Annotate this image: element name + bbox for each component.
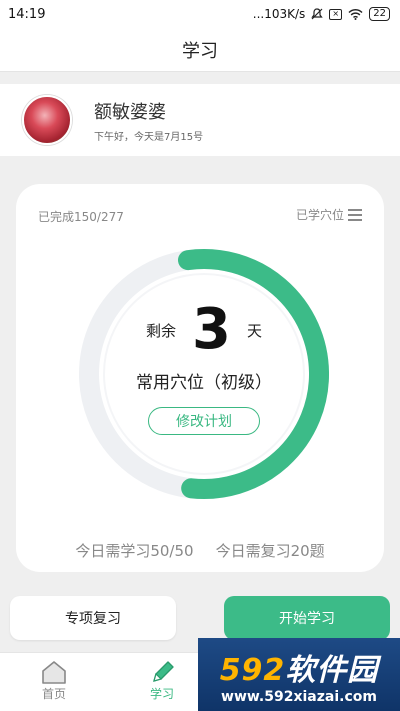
mute-icon xyxy=(311,8,323,20)
days-unit: 天 xyxy=(246,321,262,340)
network-speed: ...103K/s xyxy=(252,7,306,21)
sim-icon: × xyxy=(329,8,343,20)
today-review: 今日需复习20题 xyxy=(215,542,325,560)
watermark-brand: 软件园 xyxy=(285,652,379,688)
watermark-number: 592 xyxy=(219,652,286,688)
completed-count: 已完成150/277 xyxy=(38,210,124,224)
status-bar: 14:19 ...103K/s × 22 xyxy=(0,0,400,28)
special-review-button[interactable]: 专项复习 xyxy=(10,596,176,640)
watermark-logo: 592软件园 xyxy=(220,645,379,689)
tab-home-label: 首页 xyxy=(41,687,66,701)
site-watermark: 592软件园 www.592xiazai.com xyxy=(198,638,400,711)
greeting: 下午好，今天是7月15号 xyxy=(94,131,204,143)
learned-points-link[interactable]: 已学穴位 xyxy=(296,206,362,223)
profile-text: 额敏婆婆 下午好，今天是7月15号 xyxy=(94,98,203,143)
remaining-label: 剩余 xyxy=(146,321,177,340)
plan-card: 已完成150/277 已学穴位 剩余 3 天 常用穴位（初级） 修改计划 今日需… xyxy=(16,184,384,572)
wifi-icon xyxy=(348,8,363,20)
page-title: 学习 xyxy=(182,40,218,62)
tab-study-label: 学习 xyxy=(149,687,174,701)
ring-center: 剩余 3 天 常用穴位（初级） 修改计划 xyxy=(74,244,334,504)
battery-icon: 22 xyxy=(369,7,390,21)
profile-section: 额敏婆婆 下午好，今天是7月15号 xyxy=(0,84,400,156)
watermark-url: www.592xiazai.com xyxy=(221,688,377,705)
home-icon xyxy=(42,661,66,684)
pencil-icon xyxy=(153,661,174,682)
remaining-days: 3 xyxy=(192,297,231,362)
start-study-button[interactable]: 开始学习 xyxy=(224,596,390,640)
today-study: 今日需学习50/50 xyxy=(75,542,194,560)
remaining-days-row: 剩余 3 天 xyxy=(146,300,262,360)
status-icons: ...103K/s × 22 xyxy=(253,7,390,21)
tab-home[interactable]: 首页 xyxy=(0,653,108,711)
status-time: 14:19 xyxy=(8,6,46,22)
list-icon xyxy=(348,208,362,221)
today-stats: 今日需学习50/50 今日需复习20题 xyxy=(16,540,384,561)
learned-label: 已学穴位 xyxy=(295,208,344,222)
modify-plan-button[interactable]: 修改计划 xyxy=(148,407,260,435)
user-name: 额敏婆婆 xyxy=(94,101,166,123)
title-bar: 学习 xyxy=(0,28,400,72)
avatar[interactable] xyxy=(22,95,72,145)
plan-category: 常用穴位（初级） xyxy=(136,373,272,393)
